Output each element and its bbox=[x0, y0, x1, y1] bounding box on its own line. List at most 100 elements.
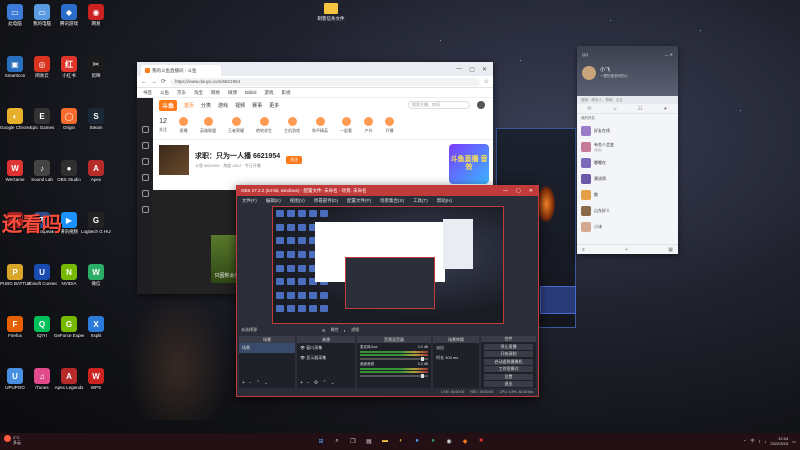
desktop-folder[interactable]: 刺客信条文件 bbox=[318, 3, 345, 29]
chevron-up-icon[interactable]: ⌃ bbox=[743, 439, 746, 444]
more-icon[interactable] bbox=[141, 206, 149, 213]
qq-avatar[interactable] bbox=[582, 66, 596, 80]
scene-item[interactable]: 场景 bbox=[239, 343, 295, 353]
category-item[interactable]: 和平精英 bbox=[312, 117, 328, 134]
browser-tab[interactable]: 我的斗鱼直播间 - 斗鱼 bbox=[141, 65, 221, 76]
desktop-icon[interactable]: F Firefox bbox=[2, 316, 28, 346]
site-nav-item[interactable]: 更多 bbox=[269, 102, 279, 109]
desktop-icon[interactable]: ♪ Sound Lab bbox=[29, 160, 55, 190]
category-item[interactable]: 王者荣耀 bbox=[228, 117, 244, 134]
forward-icon[interactable]: → bbox=[151, 79, 157, 85]
obs-window[interactable]: OBS 27.2.2 (64-bit, windows) - 配置文件: 未命名… bbox=[236, 185, 539, 397]
desktop-icon[interactable]: X Xsplit bbox=[83, 316, 109, 346]
volume-icon[interactable]: ♪ bbox=[764, 439, 766, 444]
follow-icon[interactable] bbox=[141, 142, 149, 149]
desktop-icon[interactable]: ◎ 网易云 bbox=[29, 56, 55, 86]
bookmark-item[interactable]: 微博 bbox=[228, 90, 237, 96]
control-button[interactable]: 退出 bbox=[484, 381, 533, 387]
control-button[interactable]: 开始录制 bbox=[484, 351, 533, 357]
site-nav-item[interactable]: 赛事 bbox=[252, 102, 262, 109]
stream-card[interactable]: 求职：只为一人播 6621954 斗鱼 6621954 · 热度 4512 · … bbox=[153, 143, 493, 177]
category-item[interactable]: 主机游戏 bbox=[284, 117, 300, 134]
qq-icon[interactable]: ● bbox=[412, 436, 422, 446]
desktop-icon[interactable]: N NVIDIA bbox=[56, 264, 82, 294]
desktop-icon[interactable]: ● OBS Studio bbox=[56, 160, 82, 190]
desktop-icon[interactable]: ◯ Origin bbox=[56, 108, 82, 138]
task-view-icon[interactable]: ❐ bbox=[348, 436, 358, 446]
desktop-icon[interactable]: ♫ iTunes bbox=[29, 368, 55, 398]
streamer-thumbnail[interactable] bbox=[159, 145, 189, 175]
category-item[interactable]: 直播 bbox=[179, 117, 188, 134]
app-icon[interactable]: ■ bbox=[476, 436, 486, 446]
obs-menu-item[interactable]: 视图(V) bbox=[290, 198, 305, 204]
remove-icon[interactable]: − bbox=[249, 380, 252, 386]
video-icon[interactable] bbox=[141, 174, 149, 181]
qq-group-label[interactable]: 我的好友 bbox=[577, 114, 678, 123]
desktop-icon[interactable]: PPUBG BATTLEGR bbox=[0, 264, 30, 294]
contact-item[interactable]: 潮流哥 bbox=[577, 171, 678, 187]
ime-indicator[interactable]: 中 bbox=[750, 438, 754, 444]
desktop-icon[interactable]: U UPUPOO bbox=[2, 368, 28, 398]
notification-icon[interactable]: ▭ bbox=[792, 439, 796, 444]
desktop-icon[interactable]: S Steam bbox=[83, 108, 109, 138]
category-item[interactable]: 绝地求生 bbox=[256, 117, 272, 134]
transition-duration[interactable]: 时长 300 ms bbox=[433, 353, 479, 363]
group-icon[interactable]: ☷ bbox=[638, 106, 642, 112]
desktop-icon[interactable]: A Apex bbox=[83, 160, 109, 190]
control-button[interactable]: 设置 bbox=[484, 373, 533, 380]
space-icon[interactable]: ★ bbox=[663, 106, 667, 112]
up-icon[interactable]: ⌃ bbox=[256, 380, 260, 386]
desktop-icon[interactable]: ▣ SmartIcon bbox=[2, 56, 28, 86]
site-search-input[interactable]: 搜索主播、房间 bbox=[408, 101, 470, 109]
category-item[interactable]: 开播 bbox=[385, 117, 394, 134]
up-icon[interactable]: ⌃ bbox=[322, 380, 326, 386]
desktop-icon[interactable]: G Logitech G HUB bbox=[81, 212, 111, 242]
bookmark-item[interactable]: 淘宝 bbox=[194, 90, 203, 96]
category-item[interactable]: 英雄联盟 bbox=[200, 117, 216, 134]
transition-select[interactable]: 淡出 bbox=[433, 343, 479, 353]
site-nav-item[interactable]: 游戏 bbox=[218, 102, 228, 109]
douyu-icon[interactable]: ◆ bbox=[460, 436, 470, 446]
promo-banner[interactable]: 斗鱼直播 音效 bbox=[449, 144, 489, 184]
bookmark-item[interactable]: Bilibili bbox=[245, 90, 257, 95]
category-item[interactable]: 一起看 bbox=[340, 117, 352, 134]
control-button[interactable]: 启动虚拟摄像机 bbox=[484, 358, 533, 365]
clock[interactable]: 12:04 2022/3/15 bbox=[770, 436, 788, 446]
message-icon[interactable]: ✉ bbox=[587, 106, 591, 112]
qq-search-input[interactable]: 搜索：联系人、群聊、企业 bbox=[577, 96, 678, 104]
desktop-icon[interactable]: W WeGame bbox=[2, 160, 28, 190]
bookmark-item[interactable]: 网易 bbox=[211, 90, 220, 96]
site-nav-item[interactable]: 分类 bbox=[201, 102, 211, 109]
obs-icon[interactable]: ◉ bbox=[444, 436, 454, 446]
contact-item[interactable]: 好友在线 bbox=[577, 123, 678, 139]
start-icon[interactable]: ⊞ bbox=[316, 436, 326, 446]
minimize-icon[interactable]: — bbox=[456, 66, 462, 73]
desktop-icon[interactable]: E Epic Games bbox=[29, 108, 55, 138]
obs-minimize-icon[interactable]: — bbox=[503, 188, 508, 194]
desktop-icon[interactable]: QiQIYI bbox=[29, 316, 55, 346]
bookmark-item[interactable]: 影视 bbox=[282, 90, 291, 96]
down-icon[interactable]: ⌄ bbox=[264, 380, 268, 386]
obs-menu-item[interactable]: 帮助(H) bbox=[437, 198, 452, 204]
follow-button[interactable]: 关注 bbox=[286, 156, 303, 164]
chrome-icon[interactable]: ◐ bbox=[396, 436, 406, 446]
volume-slider[interactable] bbox=[360, 357, 428, 361]
desktop-icon[interactable]: GGeForce Experience bbox=[54, 316, 84, 346]
site-logo[interactable]: 斗鱼 bbox=[159, 99, 178, 111]
contact-item[interactable]: 有些人会变 [离线] bbox=[577, 139, 678, 155]
gear-icon[interactable]: ⚙ bbox=[314, 380, 318, 386]
desktop-icon[interactable]: ◐ Google Chrome bbox=[0, 108, 30, 138]
control-button[interactable]: 停止直播 bbox=[484, 343, 533, 350]
filters-button[interactable]: 滤镜 bbox=[351, 327, 359, 333]
category-item[interactable]: 户外 bbox=[364, 117, 373, 134]
wechat-icon[interactable]: ● bbox=[428, 436, 438, 446]
obs-menu-item[interactable]: 文件(F) bbox=[242, 198, 257, 204]
remove-icon[interactable]: − bbox=[307, 380, 310, 386]
category-item[interactable]: 12 关注 bbox=[159, 118, 167, 133]
gear-icon[interactable]: ⚙ bbox=[322, 328, 326, 333]
refresh-icon[interactable]: ⟳ bbox=[161, 78, 166, 85]
home-icon[interactable] bbox=[141, 126, 149, 133]
desktop-icon[interactable]: ◆ 腾讯游戏 bbox=[56, 4, 82, 34]
control-button[interactable]: 工作室模式 bbox=[484, 366, 533, 372]
desktop-icon[interactable]: U Ubisoft Connect bbox=[27, 264, 57, 294]
